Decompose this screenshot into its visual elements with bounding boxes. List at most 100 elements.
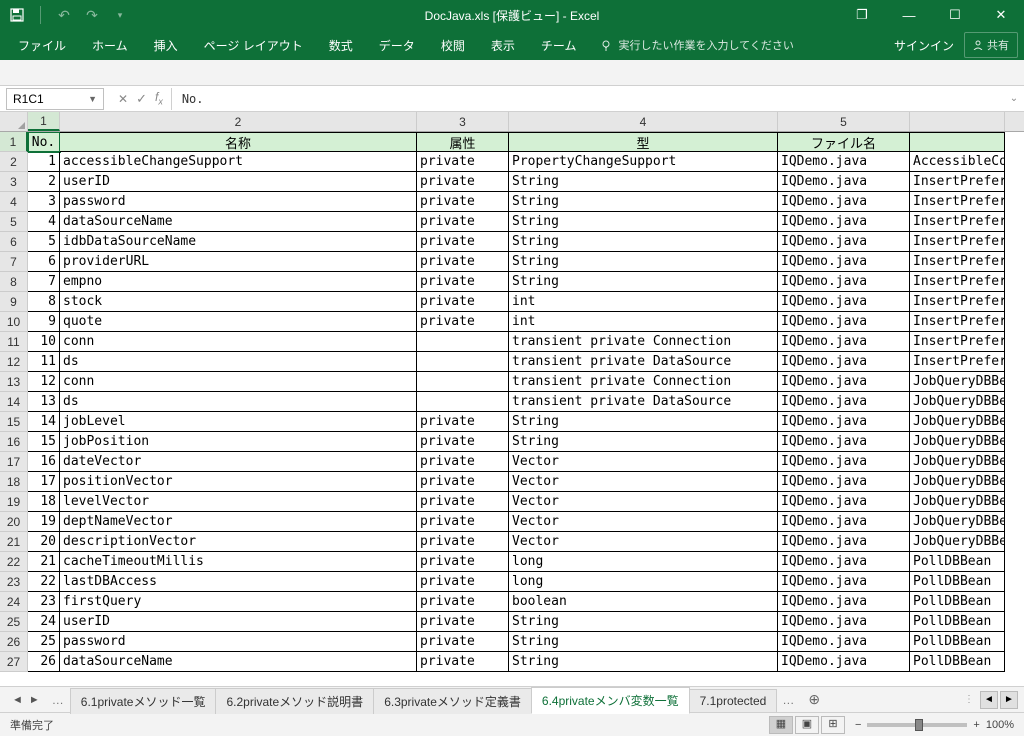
cell[interactable]: password (60, 632, 417, 652)
cell[interactable]: 1 (28, 152, 60, 172)
cell[interactable]: 18 (28, 492, 60, 512)
row-header[interactable]: 14 (0, 392, 28, 412)
cell[interactable]: PollDBBean (910, 612, 1005, 632)
cell[interactable]: 8 (28, 292, 60, 312)
cell[interactable]: IQDemo.java (778, 472, 910, 492)
cell[interactable]: Vector (509, 472, 778, 492)
formula-input[interactable]: No. (172, 92, 1004, 106)
tab-team[interactable]: チーム (529, 31, 589, 60)
cell[interactable]: IQDemo.java (778, 532, 910, 552)
cell[interactable]: private (417, 552, 509, 572)
row-header[interactable]: 7 (0, 252, 28, 272)
cell[interactable]: jobPosition (60, 432, 417, 452)
cell[interactable]: private (417, 472, 509, 492)
cell[interactable]: IQDemo.java (778, 392, 910, 412)
cell[interactable]: private (417, 572, 509, 592)
row-header[interactable]: 26 (0, 632, 28, 652)
cell[interactable]: String (509, 412, 778, 432)
cell[interactable]: password (60, 192, 417, 212)
cell[interactable]: dataSourceName (60, 652, 417, 672)
tab-home[interactable]: ホーム (80, 31, 140, 60)
maximize-button[interactable]: ☐ (932, 0, 978, 30)
cell[interactable]: userID (60, 612, 417, 632)
cell[interactable]: boolean (509, 592, 778, 612)
cell[interactable]: InsertPrefer (910, 232, 1005, 252)
cell[interactable]: transient private DataSource (509, 392, 778, 412)
cell[interactable]: IQDemo.java (778, 592, 910, 612)
cell[interactable]: InsertPrefer (910, 292, 1005, 312)
cell[interactable]: IQDemo.java (778, 432, 910, 452)
cell[interactable]: private (417, 292, 509, 312)
cell[interactable]: IQDemo.java (778, 172, 910, 192)
share-button[interactable]: 共有 (964, 32, 1018, 58)
cell[interactable]: jobLevel (60, 412, 417, 432)
cell[interactable]: JobQueryDBBe (910, 492, 1005, 512)
cell[interactable]: 23 (28, 592, 60, 612)
cell[interactable]: IQDemo.java (778, 192, 910, 212)
cell[interactable]: private (417, 172, 509, 192)
cell[interactable]: String (509, 212, 778, 232)
cell[interactable]: 19 (28, 512, 60, 532)
cell[interactable]: stock (60, 292, 417, 312)
cell[interactable]: long (509, 552, 778, 572)
scroll-left-button[interactable]: ◄ (980, 691, 998, 709)
undo-icon[interactable]: ↶ (55, 6, 73, 24)
enter-formula-icon[interactable]: ✓ (136, 91, 147, 107)
cell[interactable]: firstQuery (60, 592, 417, 612)
cell[interactable]: private (417, 192, 509, 212)
cell[interactable]: InsertPrefer (910, 352, 1005, 372)
fx-icon[interactable]: fx (155, 90, 163, 106)
row-header[interactable]: 23 (0, 572, 28, 592)
cell[interactable]: IQDemo.java (778, 452, 910, 472)
tab-view[interactable]: 表示 (479, 31, 527, 60)
cell[interactable]: long (509, 572, 778, 592)
page-layout-view-button[interactable]: ▣ (795, 716, 819, 734)
cell[interactable]: private (417, 452, 509, 472)
cell[interactable]: private (417, 212, 509, 232)
cell[interactable]: levelVector (60, 492, 417, 512)
cell[interactable]: Vector (509, 512, 778, 532)
cell[interactable]: InsertPrefer (910, 172, 1005, 192)
cell[interactable]: PollDBBean (910, 652, 1005, 672)
row-header[interactable]: 1 (0, 132, 28, 152)
cell[interactable]: PollDBBean (910, 632, 1005, 652)
cell[interactable]: 13 (28, 392, 60, 412)
row-header[interactable]: 4 (0, 192, 28, 212)
cell[interactable]: String (509, 272, 778, 292)
name-box[interactable]: R1C1 ▼ (6, 88, 104, 110)
sheet-nav-next-icon[interactable]: ► (29, 694, 40, 706)
sheet-tab-active[interactable]: 6.4privateメンバ変数一覧 (531, 687, 690, 714)
row-header[interactable]: 10 (0, 312, 28, 332)
cell[interactable]: private (417, 592, 509, 612)
row-header[interactable]: 15 (0, 412, 28, 432)
cell[interactable]: empno (60, 272, 417, 292)
cell[interactable]: deptNameVector (60, 512, 417, 532)
row-header[interactable]: 9 (0, 292, 28, 312)
sheet-tab[interactable]: 6.1privateメソッド一覧 (70, 688, 217, 714)
cell[interactable]: String (509, 432, 778, 452)
cell[interactable]: 20 (28, 532, 60, 552)
cell[interactable]: Vector (509, 452, 778, 472)
zoom-slider[interactable] (867, 723, 967, 727)
sheet-tab[interactable]: 7.1protected (689, 689, 778, 712)
col-header[interactable]: 3 (417, 112, 509, 131)
chevron-down-icon[interactable]: ▼ (88, 94, 97, 104)
cell[interactable]: InsertPrefer (910, 212, 1005, 232)
tab-data[interactable]: データ (367, 31, 427, 60)
cell[interactable]: String (509, 192, 778, 212)
sheet-nav-prev-icon[interactable]: ◄ (12, 694, 23, 706)
cell[interactable]: IQDemo.java (778, 632, 910, 652)
cell[interactable]: IQDemo.java (778, 212, 910, 232)
cell[interactable]: IQDemo.java (778, 272, 910, 292)
scroll-right-button[interactable]: ► (1000, 691, 1018, 709)
tab-insert[interactable]: 挿入 (142, 31, 190, 60)
cell[interactable]: private (417, 512, 509, 532)
cancel-formula-icon[interactable]: ✕ (118, 92, 128, 106)
col-header[interactable]: 4 (509, 112, 778, 131)
row-header[interactable]: 5 (0, 212, 28, 232)
sheet-tab[interactable]: 6.2privateメソッド説明書 (215, 688, 374, 714)
cell[interactable]: 9 (28, 312, 60, 332)
cell[interactable]: ds (60, 392, 417, 412)
cell[interactable]: String (509, 652, 778, 672)
tab-file[interactable]: ファイル (6, 31, 78, 60)
